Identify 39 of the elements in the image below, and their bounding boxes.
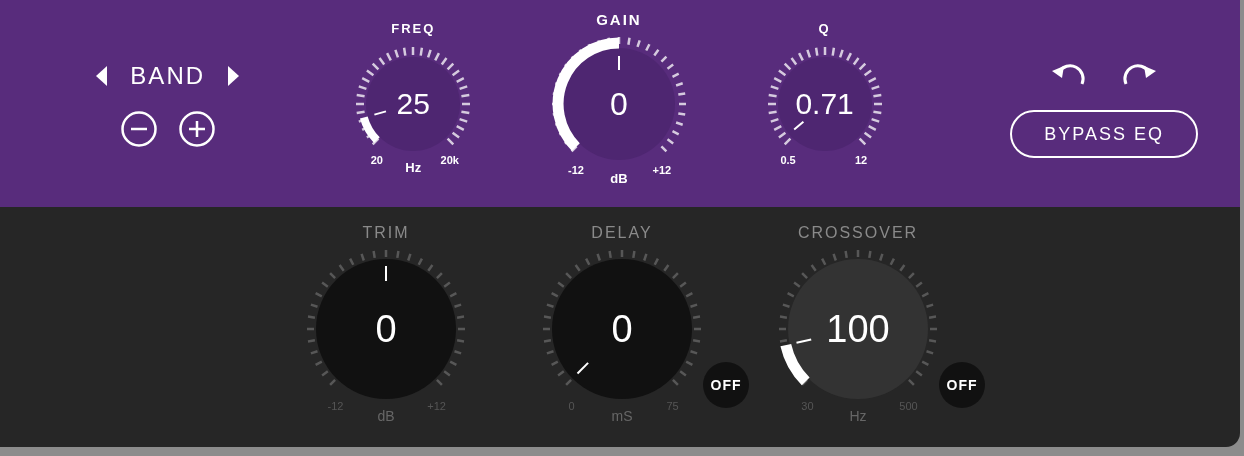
unit-label: Hz [405, 159, 422, 175]
next-band-button[interactable] [227, 66, 240, 86]
level-arc [780, 343, 810, 385]
toggle-button[interactable]: OFF [703, 362, 749, 408]
knob-value: 0 [610, 88, 628, 120]
unit-label: dB [377, 407, 395, 424]
unit-label: dB [610, 170, 628, 186]
plus-icon[interactable] [178, 111, 215, 147]
unit-label: mS [611, 407, 633, 424]
max-label: +12 [652, 163, 672, 176]
knob-value: 0 [611, 310, 633, 348]
knob-title: CROSSOVER [797, 223, 919, 243]
unit-label: Hz [849, 407, 867, 424]
min-label: 0.5 [780, 153, 796, 166]
knob-title: TRIM [362, 223, 410, 243]
knob-title: GAIN [596, 12, 642, 28]
knob[interactable] [366, 57, 461, 151]
knob[interactable] [777, 57, 872, 151]
minus-icon[interactable] [120, 111, 157, 147]
knob-value: 0.71 [795, 89, 854, 119]
knob[interactable] [562, 48, 675, 160]
min-label: 20 [370, 153, 383, 166]
max-label: 20k [440, 153, 459, 166]
right-triangle-icon [227, 66, 240, 86]
bypass-eq-button[interactable]: BYPASS EQ [1010, 110, 1199, 158]
knob[interactable] [788, 259, 928, 399]
max-label: 12 [854, 153, 868, 166]
level-arc [360, 116, 381, 143]
knob-title: DELAY [591, 223, 653, 243]
knob-value: 0 [375, 310, 397, 348]
left-triangle-icon [96, 66, 109, 86]
previous-band-button[interactable] [96, 66, 109, 86]
knob-title: FREQ [391, 21, 436, 37]
knob-value: 25 [396, 89, 430, 119]
toggle-button[interactable]: OFF [939, 362, 985, 408]
min-label: -12 [568, 163, 584, 176]
knob-title: Q [818, 21, 831, 37]
band-label: BAND [130, 62, 206, 90]
knob-value: 100 [826, 310, 890, 348]
